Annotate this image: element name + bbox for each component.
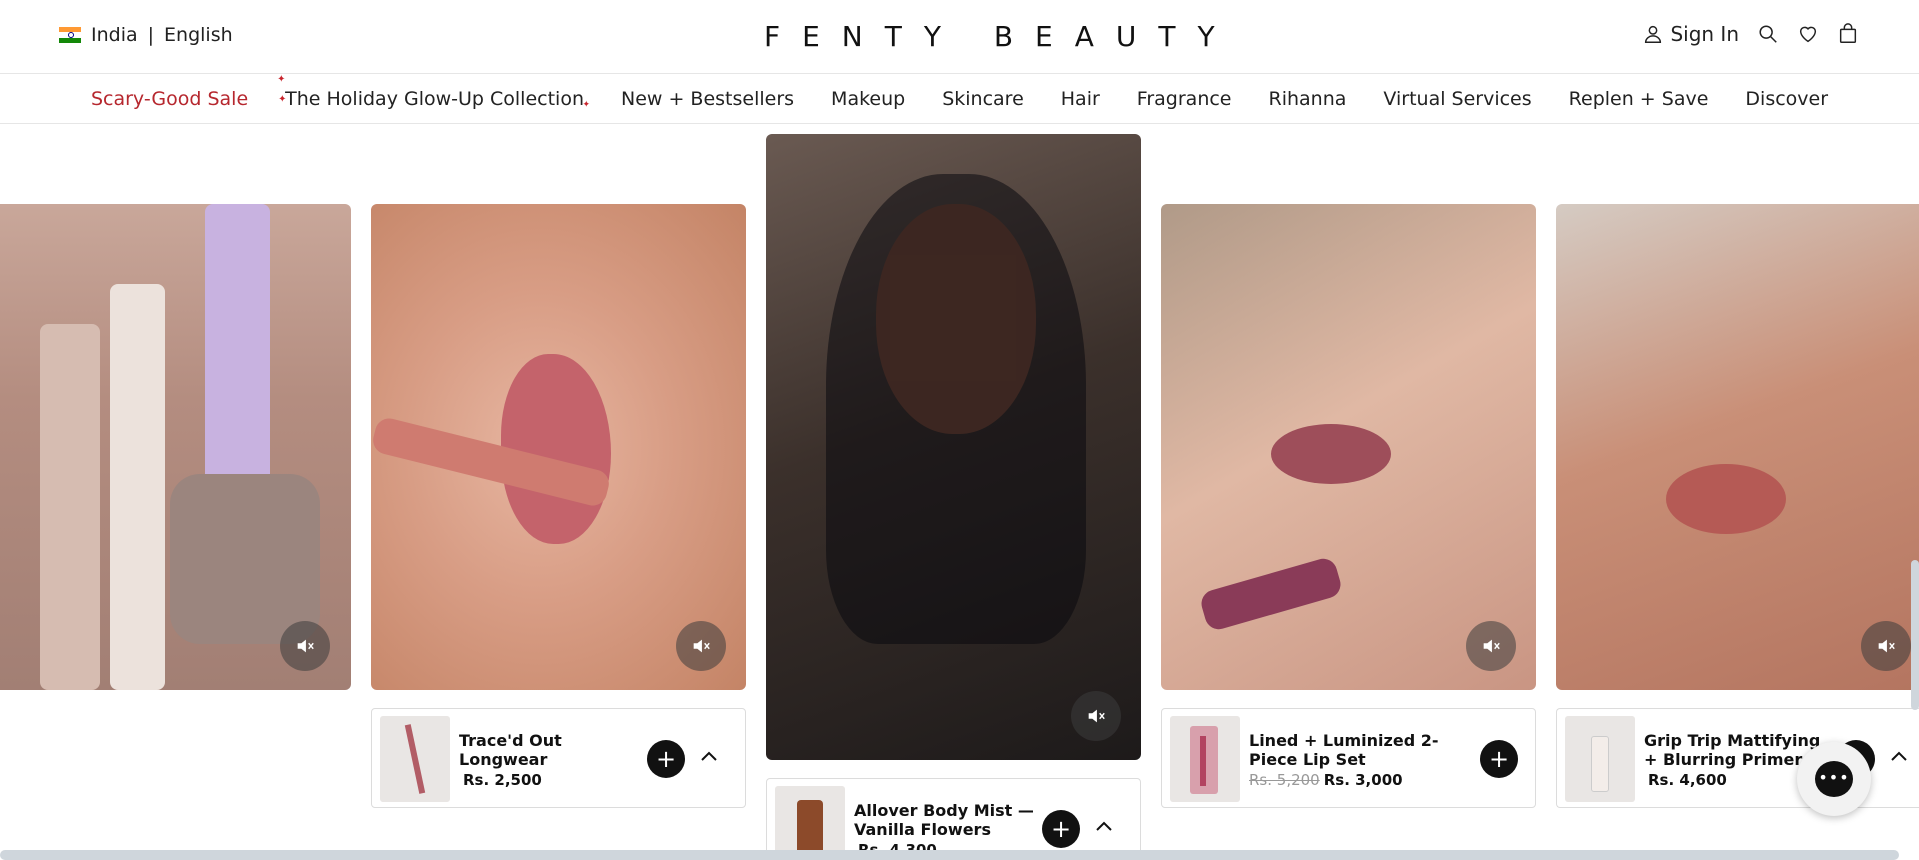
chat-launcher-button[interactable]: ••• bbox=[1797, 742, 1871, 816]
mute-button[interactable] bbox=[1071, 691, 1121, 741]
lip-gloss-image bbox=[1198, 555, 1344, 633]
product-thumbnail bbox=[1170, 716, 1240, 802]
product-price: Rs. 5,200 Rs. 3,000 bbox=[1249, 771, 1403, 789]
nav-item-skincare[interactable]: Skincare bbox=[942, 88, 1024, 110]
video-card-featured[interactable] bbox=[766, 134, 1141, 760]
chevron-up-icon[interactable] bbox=[1887, 745, 1911, 769]
product-name: Trace'd Out Longwear Waterproof Pencil L… bbox=[459, 731, 562, 769]
sign-in-button[interactable]: Sign In bbox=[1642, 22, 1739, 46]
locale-country: India bbox=[91, 24, 138, 46]
nav-item-replen-save[interactable]: Replen + Save bbox=[1569, 88, 1709, 110]
nav-item-sale[interactable]: Scary-Good Sale bbox=[91, 88, 248, 110]
nav-item-virtual-services[interactable]: Virtual Services bbox=[1383, 88, 1531, 110]
product-thumbnail bbox=[1565, 716, 1635, 802]
nav-item-fragrance[interactable]: Fragrance bbox=[1137, 88, 1232, 110]
speaker-muted-icon bbox=[693, 639, 710, 653]
video-card-4[interactable] bbox=[1161, 204, 1536, 690]
speaker-muted-icon bbox=[297, 639, 314, 653]
nav-item-makeup[interactable]: Makeup bbox=[831, 88, 905, 110]
search-icon[interactable] bbox=[1757, 23, 1779, 45]
lips-image bbox=[501, 354, 611, 544]
bag-icon[interactable] bbox=[1837, 23, 1859, 45]
mute-button[interactable] bbox=[676, 621, 726, 671]
locale-selector[interactable]: India | English bbox=[59, 24, 233, 46]
locale-separator: | bbox=[147, 24, 155, 46]
product-thumbnail bbox=[380, 716, 450, 802]
product-bottle-image bbox=[40, 324, 100, 690]
user-icon bbox=[1645, 25, 1662, 43]
nav-item-new-bestsellers[interactable]: New + Bestsellers bbox=[621, 88, 794, 110]
nav-item-rihanna[interactable]: Rihanna bbox=[1269, 88, 1347, 110]
heart-icon[interactable] bbox=[1797, 23, 1819, 45]
product-bottle-image bbox=[205, 204, 270, 504]
video-card-1[interactable] bbox=[0, 204, 351, 690]
product-current-price: Rs. 3,000 bbox=[1323, 771, 1403, 789]
lips-image bbox=[1666, 464, 1786, 534]
locale-language: English bbox=[164, 24, 233, 46]
product-card[interactable]: Trace'd Out Longwear Waterproof Pencil L… bbox=[371, 708, 746, 808]
product-current-price: Rs. 4,600 bbox=[1648, 771, 1727, 789]
add-to-bag-button[interactable]: + bbox=[1042, 810, 1080, 848]
nav-item-hair[interactable]: Hair bbox=[1061, 88, 1100, 110]
product-price: Rs. 4,600 bbox=[1644, 771, 1727, 789]
add-to-bag-button[interactable]: + bbox=[647, 740, 685, 778]
video-card-2[interactable] bbox=[371, 204, 746, 690]
lips-image bbox=[1271, 424, 1391, 484]
product-old-price: Rs. 5,200 bbox=[1249, 771, 1320, 789]
chevron-up-icon[interactable] bbox=[697, 745, 721, 769]
brand-logo[interactable]: FENTY BEAUTY bbox=[764, 20, 1237, 53]
product-card[interactable]: Lined + Luminized 2-Piece Lip Set Rs. 5,… bbox=[1161, 708, 1536, 808]
person-hair-image bbox=[826, 174, 1086, 644]
account-tools: Sign In bbox=[1642, 22, 1859, 46]
speaker-muted-icon bbox=[1483, 639, 1500, 653]
product-price: Rs. 2,500 bbox=[459, 771, 542, 789]
sparkle-icon: ✦ bbox=[278, 94, 287, 105]
mute-button[interactable] bbox=[280, 621, 330, 671]
speaker-muted-icon bbox=[1878, 639, 1895, 653]
compact-image bbox=[170, 474, 320, 644]
product-current-price: Rs. 2,500 bbox=[463, 771, 542, 789]
video-card-5[interactable] bbox=[1556, 204, 1919, 690]
sign-in-label: Sign In bbox=[1670, 22, 1739, 46]
product-bottle-image bbox=[110, 284, 165, 690]
nav-item-discover[interactable]: Discover bbox=[1745, 88, 1828, 110]
horizontal-scrollbar[interactable] bbox=[0, 850, 1899, 860]
chat-icon: ••• bbox=[1815, 761, 1853, 797]
mute-button[interactable] bbox=[1861, 621, 1911, 671]
nav-item-holiday-collection[interactable]: ✦The Holiday Glow-Up Collection bbox=[277, 74, 590, 110]
add-to-bag-button[interactable]: + bbox=[1480, 740, 1518, 778]
mute-button[interactable] bbox=[1466, 621, 1516, 671]
product-thumbnail bbox=[775, 786, 845, 860]
india-flag-icon bbox=[59, 27, 81, 43]
chevron-up-icon[interactable] bbox=[1092, 815, 1116, 839]
top-bar: India | English FENTY BEAUTY Sign In bbox=[0, 0, 1919, 74]
product-card[interactable]: Allover Body Mist — Vanilla Flowers Rs. … bbox=[766, 778, 1141, 860]
vertical-scrollbar[interactable] bbox=[1911, 560, 1919, 710]
nav-item-holiday-label: The Holiday Glow-Up Collection bbox=[285, 88, 584, 110]
speaker-muted-icon bbox=[1088, 709, 1105, 723]
product-name: Lined + Luminized 2-Piece Lip Set bbox=[1249, 731, 1439, 769]
main-nav: Scary-Good Sale ✦The Holiday Glow-Up Col… bbox=[0, 74, 1919, 124]
product-name: Allover Body Mist — Vanilla Flowers bbox=[854, 801, 1034, 839]
